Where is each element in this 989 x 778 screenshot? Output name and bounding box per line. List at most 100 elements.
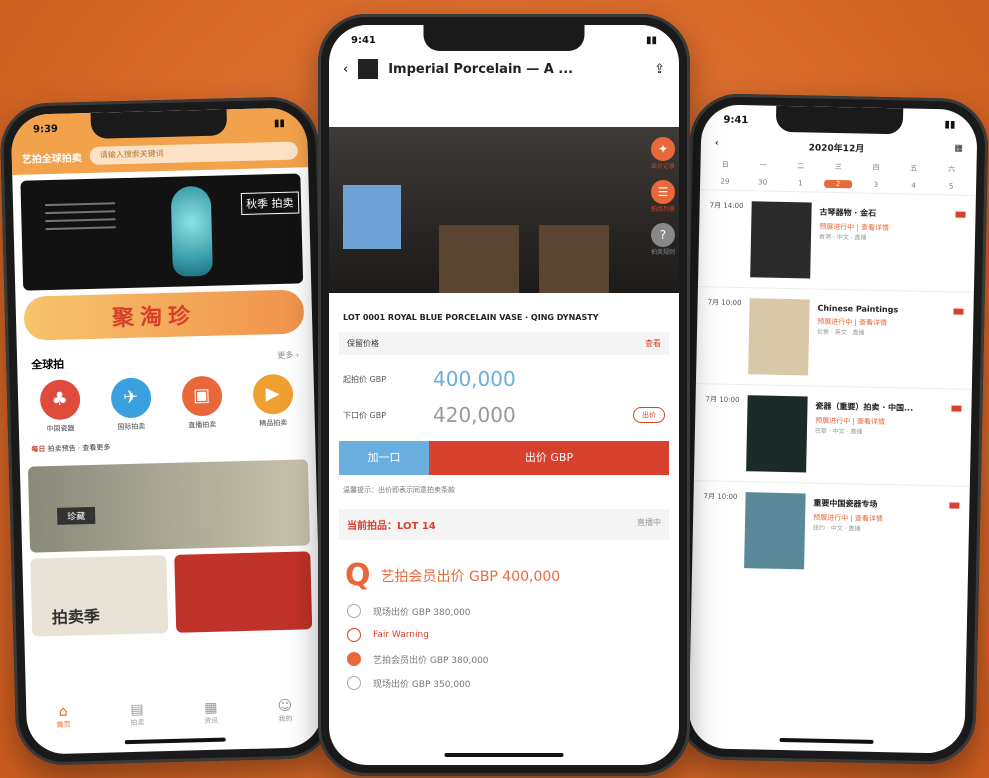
nav-bar: ‹ Imperial Porcelain — A ... ⇪ bbox=[329, 55, 679, 85]
auction-list-item[interactable]: 7月 10:00 瓷器（重要）拍卖 · 中国... 预展进行中 | 查看详情 巴黎 ·… bbox=[693, 383, 972, 486]
day-label: 五 bbox=[910, 164, 918, 173]
date-cell-selected[interactable]: 2 bbox=[824, 179, 853, 189]
item-info: 古琴器物 · 金石 预展进行中 | 查看详情 香港 · 中文 · 直播 bbox=[818, 203, 948, 282]
back-icon[interactable]: ‹ bbox=[715, 138, 719, 151]
video-podium bbox=[539, 225, 609, 293]
promo-tile-right[interactable] bbox=[174, 551, 313, 633]
tab-bar: ⌂ 首页 ▤ 拍卖 ▦ 资讯 ☺ 我的 bbox=[26, 697, 323, 731]
date-cell[interactable]: 3 bbox=[862, 181, 890, 190]
bid-log-text: 现场出价 GBP 380,000 bbox=[373, 607, 471, 618]
reserve-label: 保留价格 bbox=[347, 339, 379, 348]
start-price-label: 起拍价 GBP bbox=[343, 374, 387, 384]
flag-icon bbox=[953, 308, 964, 315]
item-thumbnail bbox=[750, 201, 812, 279]
bid-pill-button[interactable]: 出价 bbox=[633, 407, 665, 423]
item-thumbnail bbox=[744, 492, 806, 570]
battery-icon: ▮▮ bbox=[273, 117, 286, 129]
category-label: 直播拍卖 bbox=[188, 420, 217, 430]
flag-icon bbox=[951, 405, 962, 412]
date-cell[interactable]: 5 bbox=[937, 182, 965, 191]
promo-banner[interactable]: 聚淘珍 bbox=[23, 289, 305, 341]
notch bbox=[90, 109, 228, 139]
home-indicator bbox=[124, 737, 226, 745]
category-item[interactable]: ▣ 直播拍卖 bbox=[179, 375, 224, 431]
place-bid-button[interactable]: 出价 GBP bbox=[429, 441, 669, 475]
share-icon[interactable]: ⇪ bbox=[654, 62, 665, 77]
tab-news[interactable]: ▦ 资讯 bbox=[204, 700, 219, 726]
hero-banner[interactable]: 秋季 拍卖 bbox=[20, 173, 304, 291]
category-item[interactable]: ♣ 中国瓷器 bbox=[37, 379, 82, 434]
search-input[interactable]: 请输入搜索关键词 bbox=[89, 141, 298, 165]
item-info: 重要中国瓷器专场 预展进行中 | 查看详情 纽约 · 中文 · 直播 bbox=[812, 494, 942, 573]
log-dot-icon bbox=[347, 676, 361, 690]
calendar-month: 2020年12月 bbox=[808, 143, 865, 155]
left-screen: 9:39 ▮▮ 艺拍全球拍卖 请输入搜索关键词 秋季 拍卖 聚淘珍 全球拍 更多 … bbox=[10, 107, 324, 755]
notch bbox=[423, 25, 585, 51]
auction-list-item[interactable]: 7月 10:00 Chinese Paintings 预展进行中 | 查看详情 伦敦 … bbox=[695, 286, 974, 389]
auction-list-item[interactable]: 7月 10:00 重要中国瓷器专场 预展进行中 | 查看详情 纽约 · 中文 · 直播 bbox=[691, 480, 970, 583]
side-button[interactable]: ✦ 出价记录 bbox=[650, 137, 675, 170]
home-indicator bbox=[779, 737, 874, 744]
item-thumbnail bbox=[746, 395, 808, 473]
tab-label: 我的 bbox=[278, 714, 293, 724]
day-label: 日 bbox=[721, 160, 729, 169]
category-icons: ♣ 中国瓷器 ✈ 国际拍卖 ▣ 直播拍卖 ▶ 精品拍卖 bbox=[18, 369, 316, 439]
side-buttons: ✦ 出价记录 ☰ 拍品列表 ? 拍卖规则 bbox=[650, 137, 675, 256]
category-item[interactable]: ✈ 国际拍卖 bbox=[108, 377, 153, 432]
date-cell[interactable]: 29 bbox=[711, 177, 739, 186]
item-meta: 伦敦 · 英文 · 直播 bbox=[816, 328, 865, 337]
tab-profile[interactable]: ☺ 我的 bbox=[277, 698, 292, 724]
item-time: 7月 10:00 bbox=[707, 298, 742, 308]
day-label: 四 bbox=[872, 163, 880, 172]
flag-icon bbox=[955, 211, 966, 218]
category-icon: ✈ bbox=[110, 377, 152, 419]
video-screen bbox=[343, 185, 401, 249]
calendar-icon[interactable]: ▦ bbox=[954, 143, 963, 156]
auction-thumb bbox=[358, 59, 379, 79]
tab-label: 首页 bbox=[56, 720, 71, 729]
status-time: 9:41 bbox=[723, 114, 749, 126]
item-meta: 纽约 · 中文 · 直播 bbox=[812, 524, 861, 533]
date-cell[interactable]: 4 bbox=[899, 181, 927, 190]
tab-home[interactable]: ⌂ 首页 bbox=[56, 704, 71, 730]
category-icon: ♣ bbox=[39, 379, 81, 421]
bid-log-text: Fair Warning bbox=[373, 630, 429, 640]
notch bbox=[775, 105, 904, 135]
item-thumbnail bbox=[748, 298, 810, 376]
log-dot-icon bbox=[347, 604, 361, 618]
back-icon[interactable]: ‹ bbox=[343, 62, 348, 77]
side-button[interactable]: ? 拍卖规则 bbox=[650, 223, 675, 256]
flag-icon bbox=[949, 502, 960, 509]
item-info: Chinese Paintings 预展进行中 | 查看详情 伦敦 · 英文 · 直… bbox=[816, 300, 946, 379]
tab-label: 拍卖 bbox=[130, 718, 145, 728]
lot-list-icon: ☰ bbox=[650, 180, 675, 204]
date-cell[interactable]: 30 bbox=[749, 178, 777, 187]
bid-log-item: Fair Warning bbox=[329, 623, 679, 647]
reserve-link[interactable]: 查看 bbox=[645, 338, 661, 349]
live-video[interactable]: ✦ 出价记录 ☰ 拍品列表 ? 拍卖规则 bbox=[329, 127, 679, 293]
log-dot-icon bbox=[347, 652, 361, 666]
date-cell[interactable]: 1 bbox=[786, 179, 814, 188]
side-button[interactable]: ☰ 拍品列表 bbox=[650, 180, 675, 213]
bid-record-icon: ✦ bbox=[650, 137, 675, 161]
side-button-label: 拍卖规则 bbox=[650, 249, 675, 256]
current-lot-bar: 当前拍品：LOT 14 直播中 bbox=[339, 509, 669, 540]
day-label: 三 bbox=[834, 162, 843, 172]
next-price-label: 下口价 GBP bbox=[343, 410, 387, 420]
feature-card[interactable]: 珍藏 bbox=[27, 459, 311, 553]
middle-screen: 9:41 ▮▮ ‹ Imperial Porcelain — A ... ⇪ ✦ 出… bbox=[329, 25, 679, 765]
item-title: 重要中国瓷器专场 bbox=[813, 498, 878, 509]
reserve-row: 保留价格 查看 bbox=[339, 332, 669, 355]
bid-log-item: 艺拍会员出价 GBP 380,000 bbox=[329, 647, 679, 671]
next-price-value: 420,000 bbox=[433, 403, 516, 427]
bid-q-icon: Q bbox=[345, 558, 371, 593]
promo-tile-left[interactable]: 拍卖季 bbox=[30, 555, 169, 637]
tile-text: 拍卖季 bbox=[51, 606, 101, 628]
tab-auction[interactable]: ▤ 拍卖 bbox=[130, 702, 145, 728]
category-item[interactable]: ▶ 精品拍卖 bbox=[250, 373, 295, 429]
auction-list-item[interactable]: 7月 14:00 古琴器物 · 金石 预展进行中 | 查看详情 香港 · 中文 · 直… bbox=[697, 189, 976, 292]
bid-log-item: 现场出价 GBP 380,000 bbox=[329, 599, 679, 623]
add-increment-button[interactable]: 加一口 bbox=[339, 441, 429, 475]
item-time: 7月 14:00 bbox=[709, 201, 744, 211]
section-more-link[interactable]: 更多 › bbox=[277, 350, 299, 367]
